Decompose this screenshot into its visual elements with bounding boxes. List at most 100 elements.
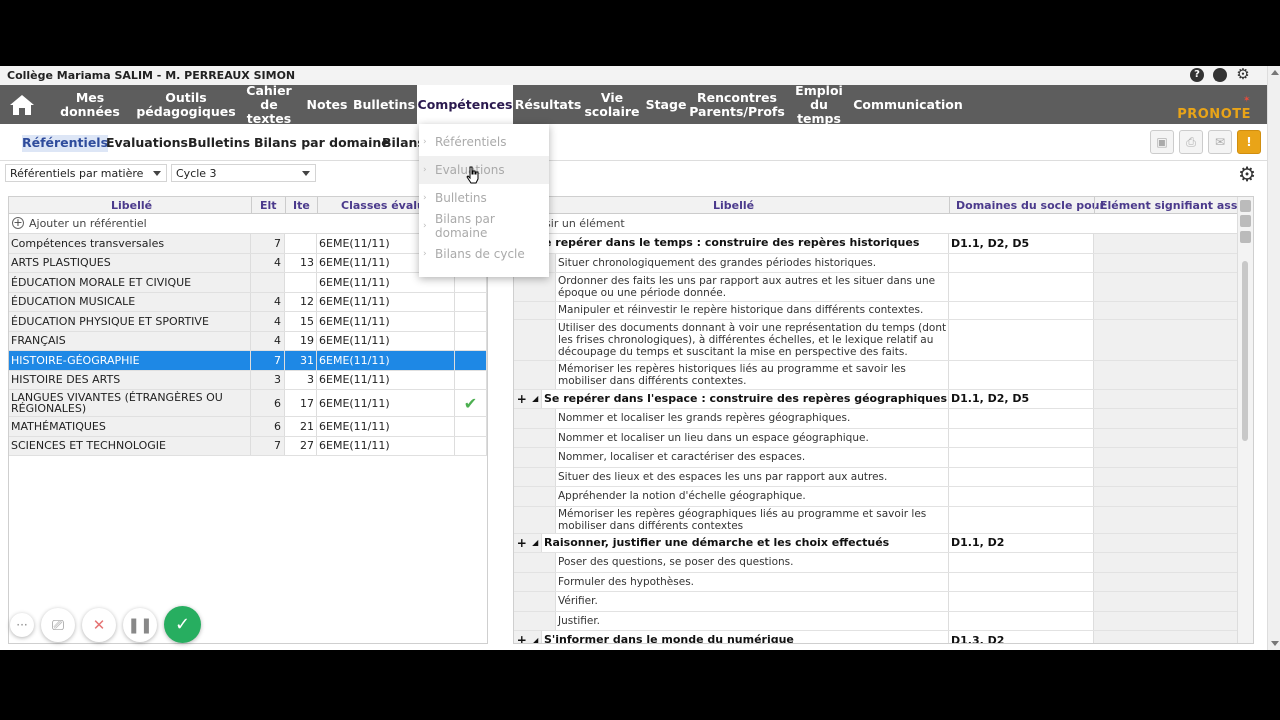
- table-row[interactable]: FRANÇAIS 4 19 6EME(11/11): [9, 331, 487, 351]
- competences-dropdown-menu: › Référentiels ›Evaluations › Bulletins › B…: [419, 124, 549, 277]
- group-row[interactable]: + ◢ Se repérer dans l'espace : construire …: [514, 389, 1239, 409]
- print-icon[interactable]: ⎙: [1179, 130, 1203, 154]
- nav-cahier-de-textes[interactable]: Cahier de textes: [236, 83, 302, 125]
- expand-icon[interactable]: +: [517, 536, 527, 550]
- cell-element-signifiant: [1094, 234, 1239, 253]
- cell-ite: 21: [285, 417, 317, 436]
- row-gutter: [514, 409, 556, 428]
- table-row[interactable]: Appréhender la notion d'échelle géograph…: [514, 487, 1239, 507]
- scroll-up-icon[interactable]: [1240, 215, 1251, 227]
- table-row[interactable]: Mémoriser les repères géographiques liés…: [514, 506, 1239, 534]
- table-row[interactable]: Formuler des hypothèses.: [514, 572, 1239, 592]
- table-row[interactable]: ÉDUCATION MUSICALE 4 12 6EME(11/11): [9, 292, 487, 312]
- menu-item-label: Référentiels: [435, 135, 507, 149]
- col-libelle[interactable]: Libellé: [111, 199, 152, 212]
- nav-stage[interactable]: Stage: [643, 85, 689, 124]
- save-icon[interactable]: ▣: [1150, 130, 1174, 154]
- scroll-thumb[interactable]: [1242, 261, 1248, 441]
- nav-outils-pedagogiques[interactable]: Outils pédagogiques: [136, 85, 235, 124]
- subnav-evaluations[interactable]: Evaluations: [106, 135, 188, 150]
- nav-mes-donnees[interactable]: Mes données: [44, 85, 136, 124]
- scroll-down-icon[interactable]: [1240, 231, 1251, 243]
- collapse-triangle-icon[interactable]: ◢: [532, 394, 538, 403]
- subnav-referentiels[interactable]: Référentiels: [22, 135, 109, 152]
- row-gutter: [514, 302, 556, 319]
- camera-icon[interactable]: ⎚: [41, 607, 75, 642]
- expand-icon[interactable]: +: [517, 633, 527, 643]
- scroll-top-icon[interactable]: [1240, 200, 1251, 212]
- alert-icon[interactable]: !: [1237, 130, 1261, 154]
- help-icon[interactable]: ?: [1190, 68, 1204, 82]
- expand-toggle[interactable]: + ◢: [514, 631, 542, 643]
- table-row[interactable]: Compétences transversales 7 6EME(11/11): [9, 234, 487, 254]
- more-icon[interactable]: ···: [10, 612, 34, 637]
- table-row[interactable]: ÉDUCATION PHYSIQUE ET SPORTIVE 4 15 6EME(11…: [9, 312, 487, 332]
- school-title: Collège Mariama SALIM - M. PERREAUX SIMO…: [7, 69, 296, 82]
- collapse-triangle-icon[interactable]: ◢: [532, 636, 538, 643]
- col-element-signifiant[interactable]: Elément signifiant assoc: [1100, 199, 1251, 212]
- confirm-icon[interactable]: ✓: [164, 606, 201, 643]
- nav-notes[interactable]: Notes: [305, 85, 349, 124]
- cancel-icon[interactable]: ✕: [82, 607, 116, 642]
- subnav-bulletins[interactable]: Bulletins: [188, 135, 250, 150]
- collapse-triangle-icon[interactable]: ◢: [532, 538, 538, 547]
- table-row[interactable]: Manipuler et réinvestir le repère histor…: [514, 302, 1239, 320]
- col-elt[interactable]: Elt: [260, 199, 277, 212]
- expand-icon[interactable]: +: [517, 392, 527, 406]
- table-row[interactable]: ÉDUCATION MORALE ET CIVIQUE 6EME(11/11): [9, 273, 487, 293]
- table-row[interactable]: LANGUES VIVANTES (ÉTRANGÈRES OU RÉGIONAL…: [9, 390, 487, 417]
- table-row[interactable]: Nommer et localiser un lieu dans un espa…: [514, 428, 1239, 448]
- expand-toggle[interactable]: + ◢: [514, 533, 542, 552]
- menu-item-bilans-par-domaine[interactable]: › Bilans par domaine: [419, 212, 549, 240]
- add-referentiel-row[interactable]: + Ajouter un référentiel: [9, 214, 487, 234]
- pause-icon[interactable]: ❚❚: [123, 607, 157, 642]
- settings-icon[interactable]: ⚙: [1236, 67, 1250, 82]
- table-row[interactable]: HISTOIRE-GÉOGRAPHIE 7 31 6EME(11/11): [9, 351, 487, 371]
- table-row[interactable]: Nommer et localiser les grands repères g…: [514, 409, 1239, 429]
- table-row[interactable]: Utiliser des documents donnant à voir un…: [514, 319, 1239, 361]
- col-ite[interactable]: Ite: [293, 199, 310, 212]
- menu-item-bilans-de-cycle[interactable]: › Bilans de cycle: [419, 240, 549, 268]
- menu-item-evaluations[interactable]: ›Evaluations: [419, 156, 549, 184]
- table-row[interactable]: Justifier.: [514, 611, 1239, 631]
- table-row[interactable]: Mémoriser les repères historiques liés a…: [514, 360, 1239, 390]
- referentiel-mode-select[interactable]: Référentiels par matière: [5, 164, 167, 182]
- window-scrollbar[interactable]: [1267, 66, 1280, 650]
- nav-competences[interactable]: Compétences: [417, 85, 513, 124]
- cell-libelle: Nommer et localiser les grands repères g…: [556, 409, 949, 428]
- cell-domaines: [949, 360, 1094, 389]
- table-row[interactable]: Situer des lieux et des espaces les uns …: [514, 467, 1239, 487]
- table-row[interactable]: ARTS PLASTIQUES 4 13 6EME(11/11): [9, 253, 487, 273]
- table-row[interactable]: Poser des questions, se poser des questi…: [514, 553, 1239, 573]
- group-row[interactable]: + ◢ S'informer dans le monde du numérique D…: [514, 631, 1239, 643]
- col-libelle[interactable]: Libellé: [713, 199, 754, 212]
- table-row[interactable]: SCIENCES ET TECHNOLOGIE 7 27 6EME(11/11): [9, 436, 487, 456]
- cycle-select[interactable]: Cycle 3: [171, 164, 316, 182]
- chat-icon[interactable]: [1213, 68, 1227, 82]
- table-row[interactable]: Situer chronologiquement des grandes pér…: [514, 253, 1239, 273]
- nav-communication[interactable]: Communication: [853, 85, 963, 124]
- table-row[interactable]: HISTOIRE DES ARTS 3 3 6EME(11/11): [9, 370, 487, 390]
- menu-item-referentiels[interactable]: › Référentiels: [419, 128, 549, 156]
- chevron-right-icon: ›: [423, 165, 427, 175]
- table-row[interactable]: Vérifier.: [514, 592, 1239, 612]
- table-row[interactable]: Nommer, localiser et caractériser des es…: [514, 448, 1239, 468]
- table-row[interactable]: MATHÉMATIQUES 6 21 6EME(11/11): [9, 417, 487, 437]
- group-row[interactable]: + ◢ Raisonner, justifier une démarche et l…: [514, 533, 1239, 553]
- home-icon[interactable]: [9, 94, 35, 116]
- nav-rencontres[interactable]: Rencontres Parents/Profs: [689, 85, 785, 124]
- menu-item-bulletins[interactable]: › Bulletins: [419, 184, 549, 212]
- expand-toggle[interactable]: + ◢: [514, 389, 542, 408]
- subnav-bilans-par-domaine[interactable]: Bilans par domaine: [254, 135, 390, 150]
- elements-scrollbar[interactable]: [1237, 197, 1253, 643]
- nav-emploi-du-temps[interactable]: Emploi du temps: [786, 83, 852, 125]
- nav-resultats[interactable]: Résultats: [515, 85, 582, 124]
- group-row[interactable]: ◢e repérer dans le temps : construire de…: [514, 234, 1239, 254]
- table-settings-icon[interactable]: ⚙: [1238, 162, 1256, 186]
- table-row[interactable]: Ordonner des faits les uns par rapport a…: [514, 273, 1239, 302]
- col-domaines[interactable]: Domaines du socle pour: [956, 199, 1105, 212]
- nav-bulletins[interactable]: Bulletins: [352, 85, 416, 124]
- email-icon[interactable]: ✉: [1208, 130, 1232, 154]
- add-element-row[interactable]: isir un élément: [514, 214, 1239, 234]
- nav-vie-scolaire[interactable]: Vie scolaire: [584, 85, 640, 124]
